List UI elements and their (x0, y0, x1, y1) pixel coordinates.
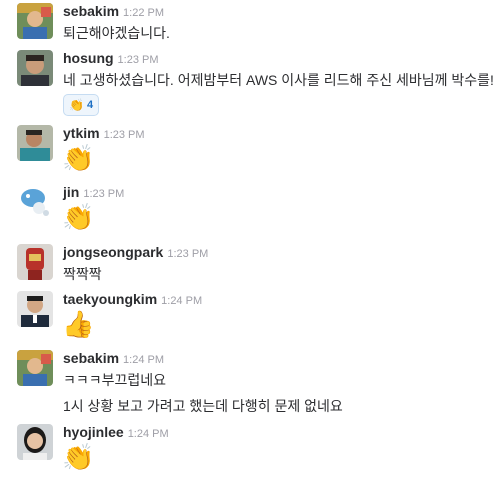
message-item: jin 1:23 PM 👏 (0, 184, 497, 234)
message-header: taekyoungkim 1:24 PM (63, 291, 202, 309)
message-item: taekyoungkim 1:24 PM 👍 (0, 291, 497, 346)
message-text: 1시 상황 보고 가려고 했는데 다행히 문제 없네요 (63, 398, 343, 414)
clap-emoji: 👏 (62, 144, 95, 174)
reaction-count: 4 (86, 99, 94, 111)
timestamp[interactable]: 1:24 PM (161, 295, 202, 307)
avatar[interactable] (17, 184, 53, 220)
clap-icon: 👏 (69, 98, 84, 112)
username[interactable]: hosung (63, 50, 114, 66)
message-text: ㅋㅋㅋ부끄럽네요 (63, 372, 167, 388)
message-item: hosung 1:23 PM 네 고생하셨습니다. 어제밤부터 AWS 이사를 리… (0, 50, 497, 120)
avatar[interactable] (17, 50, 53, 86)
timestamp[interactable]: 1:24 PM (128, 428, 169, 440)
timestamp[interactable]: 1:23 PM (167, 248, 208, 260)
username[interactable]: jin (63, 184, 79, 200)
thumbs-up-emoji: 👍 (62, 310, 95, 340)
timestamp[interactable]: 1:23 PM (104, 129, 145, 141)
timestamp[interactable]: 1:23 PM (118, 54, 159, 66)
message-header: sebakim 1:22 PM (63, 3, 164, 21)
timestamp[interactable]: 1:23 PM (83, 188, 124, 200)
username[interactable]: hyojinlee (63, 424, 124, 440)
username[interactable]: jongseongpark (63, 244, 163, 260)
message-text: 퇴근해야겠습니다. (63, 25, 170, 41)
avatar[interactable] (17, 350, 53, 386)
message-text: 네 고생하셨습니다. 어제밤부터 AWS 이사를 리드해 주신 세바님께 박수를… (63, 72, 494, 88)
message-feed: sebakim 1:22 PM 퇴근해야겠습니다. hosung 1:23 PM 네… (0, 0, 497, 489)
message-text: 짝짝짝 (63, 266, 102, 282)
message-header: hyojinlee 1:24 PM (63, 424, 169, 442)
message-header: jin 1:23 PM (63, 184, 124, 202)
message-item: hyojinlee 1:24 PM 👏 (0, 424, 497, 479)
message-item: sebakim 1:24 PM ㅋㅋㅋ부끄럽네요 1시 상황 보고 가려고 했는데… (0, 350, 497, 415)
message-header: jongseongpark 1:23 PM (63, 244, 208, 262)
username[interactable]: sebakim (63, 350, 119, 366)
username[interactable]: sebakim (63, 3, 119, 19)
avatar[interactable] (17, 125, 53, 161)
username[interactable]: ytkim (63, 125, 100, 141)
message-item: jongseongpark 1:23 PM 짝짝짝 (0, 244, 497, 284)
message-item: sebakim 1:22 PM 퇴근해야겠습니다. (0, 3, 497, 43)
message-header: hosung 1:23 PM (63, 50, 159, 68)
avatar[interactable] (17, 291, 53, 327)
message-header: ytkim 1:23 PM (63, 125, 145, 143)
message-item: ytkim 1:23 PM 👏 (0, 125, 497, 175)
avatar[interactable] (17, 244, 53, 280)
timestamp[interactable]: 1:22 PM (123, 7, 164, 19)
clap-emoji: 👏 (62, 443, 95, 473)
avatar[interactable] (17, 424, 53, 460)
message-header: sebakim 1:24 PM (63, 350, 164, 368)
username[interactable]: taekyoungkim (63, 291, 157, 307)
avatar[interactable] (17, 3, 53, 39)
reaction-button[interactable]: 👏 4 (63, 94, 100, 116)
timestamp[interactable]: 1:24 PM (123, 354, 164, 366)
clap-emoji: 👏 (62, 203, 95, 233)
